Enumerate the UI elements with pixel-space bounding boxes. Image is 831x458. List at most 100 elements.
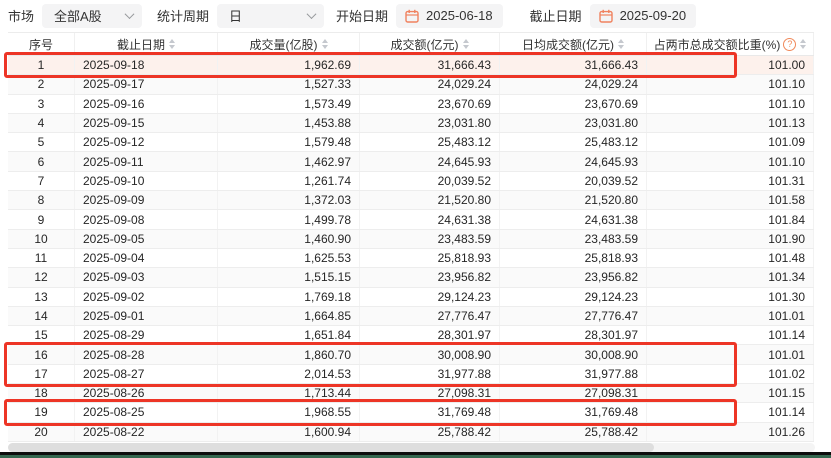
cell-date: 2025-09-05 [75, 230, 218, 248]
sort-icon[interactable] [463, 39, 469, 49]
end-date-picker[interactable]: 2025-09-20 [590, 4, 697, 28]
table-row: 102025-09-051,460.9023,483.5923,483.5910… [8, 230, 814, 249]
cell-date: 2025-09-15 [75, 114, 218, 132]
chevron-down-icon [307, 9, 317, 19]
column-header-label: 成交量(亿股) [250, 36, 318, 53]
table-row: 72025-09-101,261.7420,039.5220,039.52101… [8, 172, 814, 191]
cell-avg-turnover: 23,956.82 [500, 268, 647, 286]
calendar-icon [405, 9, 419, 23]
cell-pct: 101.15 [647, 384, 814, 402]
end-date-label: 截止日期 [530, 6, 582, 25]
cell-volume: 1,462.97 [218, 152, 360, 170]
cell-date: 2025-09-12 [75, 133, 218, 151]
help-icon[interactable]: ? [783, 38, 796, 51]
start-date-value: 2025-06-18 [426, 8, 493, 23]
cell-date: 2025-08-27 [75, 365, 218, 383]
cell-date: 2025-09-18 [75, 56, 218, 74]
cell-pct: 101.02 [647, 365, 814, 383]
cell-index: 6 [8, 152, 75, 170]
table-row: 12025-09-181,962.6931,666.4331,666.43101… [8, 56, 814, 75]
cell-date: 2025-09-09 [75, 191, 218, 209]
sort-icon[interactable] [322, 39, 328, 49]
cell-index: 15 [8, 326, 75, 344]
start-date-picker[interactable]: 2025-06-18 [396, 4, 503, 28]
table-row: 162025-08-281,860.7030,008.9030,008.9010… [8, 345, 814, 364]
cell-avg-turnover: 23,031.80 [500, 114, 647, 132]
cell-index: 9 [8, 210, 75, 228]
horizontal-scrollbar-thumb[interactable] [8, 443, 654, 452]
cell-pct: 101.01 [647, 345, 814, 363]
cell-pct: 101.09 [647, 133, 814, 151]
cell-avg-turnover: 24,631.38 [500, 210, 647, 228]
cell-index: 16 [8, 345, 75, 363]
column-header-label: 截止日期 [117, 36, 165, 53]
column-header-index: 序号 [8, 33, 75, 55]
cell-volume: 1,453.88 [218, 114, 360, 132]
column-header-avg-turnover[interactable]: 日均成交额(亿元) [500, 33, 647, 55]
start-date-label: 开始日期 [336, 6, 388, 25]
cell-pct: 101.90 [647, 230, 814, 248]
table-row: 82025-09-091,372.0321,520.8021,520.80101… [8, 191, 814, 210]
cell-volume: 1,579.48 [218, 133, 360, 151]
end-date-value: 2025-09-20 [620, 8, 687, 23]
cell-turnover: 23,956.82 [360, 268, 500, 286]
cell-date: 2025-09-03 [75, 268, 218, 286]
cell-pct: 101.13 [647, 114, 814, 132]
cell-turnover: 28,301.97 [360, 326, 500, 344]
table-row: 52025-09-121,579.4825,483.1225,483.12101… [8, 133, 814, 152]
cell-turnover: 31,666.43 [360, 56, 500, 74]
cell-pct: 101.10 [647, 152, 814, 170]
cell-date: 2025-09-10 [75, 172, 218, 190]
cell-turnover: 24,631.38 [360, 210, 500, 228]
cell-index: 12 [8, 268, 75, 286]
cell-index: 17 [8, 365, 75, 383]
cell-index: 13 [8, 288, 75, 306]
column-header-volume[interactable]: 成交量(亿股) [218, 33, 360, 55]
cell-index: 14 [8, 307, 75, 325]
cell-avg-turnover: 31,769.48 [500, 403, 647, 421]
cell-date: 2025-09-08 [75, 210, 218, 228]
cell-turnover: 25,788.42 [360, 423, 500, 441]
cell-index: 2 [8, 75, 75, 93]
cell-date: 2025-09-01 [75, 307, 218, 325]
cell-index: 3 [8, 95, 75, 113]
table-row: 32025-09-161,573.4923,670.6923,670.69101… [8, 95, 814, 114]
cell-volume: 1,515.15 [218, 268, 360, 286]
table-row: 132025-09-021,769.1829,124.2329,124.2310… [8, 288, 814, 307]
table-row: 22025-09-171,527.3324,029.2424,029.24101… [8, 75, 814, 94]
cell-turnover: 21,520.80 [360, 191, 500, 209]
horizontal-scrollbar-track[interactable] [8, 443, 815, 452]
cell-date: 2025-09-16 [75, 95, 218, 113]
column-header-date[interactable]: 截止日期 [75, 33, 218, 55]
filter-bar: 市场 全部A股 统计周期 日 开始日期 2025-06-18 截止日期 [0, 0, 831, 31]
cell-pct: 101.34 [647, 268, 814, 286]
cell-volume: 1,573.49 [218, 95, 360, 113]
cell-turnover: 20,039.52 [360, 172, 500, 190]
cell-turnover: 23,483.59 [360, 230, 500, 248]
sort-icon[interactable] [618, 39, 624, 49]
table-header: 序号 截止日期 成交量(亿股) 成交额(亿元) 日均成交额(亿元) [8, 32, 814, 56]
cell-volume: 2,014.53 [218, 365, 360, 383]
cell-index: 10 [8, 230, 75, 248]
cell-turnover: 24,029.24 [360, 75, 500, 93]
cell-turnover: 23,031.80 [360, 114, 500, 132]
sort-icon[interactable] [169, 39, 175, 49]
cell-turnover: 31,977.88 [360, 365, 500, 383]
cell-avg-turnover: 29,124.23 [500, 288, 647, 306]
cell-index: 4 [8, 114, 75, 132]
cell-avg-turnover: 27,776.47 [500, 307, 647, 325]
column-header-pct[interactable]: 占两市总成交额比重(%) ? [647, 33, 814, 55]
cell-avg-turnover: 25,483.12 [500, 133, 647, 151]
cell-avg-turnover: 24,029.24 [500, 75, 647, 93]
period-select[interactable]: 日 [217, 4, 324, 28]
cell-turnover: 23,670.69 [360, 95, 500, 113]
cell-avg-turnover: 20,039.52 [500, 172, 647, 190]
cell-avg-turnover: 28,301.97 [500, 326, 647, 344]
cell-index: 1 [8, 56, 75, 74]
market-select[interactable]: 全部A股 [42, 4, 142, 28]
column-header-turnover[interactable]: 成交额(亿元) [360, 33, 500, 55]
cell-date: 2025-08-26 [75, 384, 218, 402]
cell-turnover: 30,008.90 [360, 345, 500, 363]
sort-icon[interactable] [800, 39, 806, 49]
cell-volume: 1,625.53 [218, 249, 360, 267]
